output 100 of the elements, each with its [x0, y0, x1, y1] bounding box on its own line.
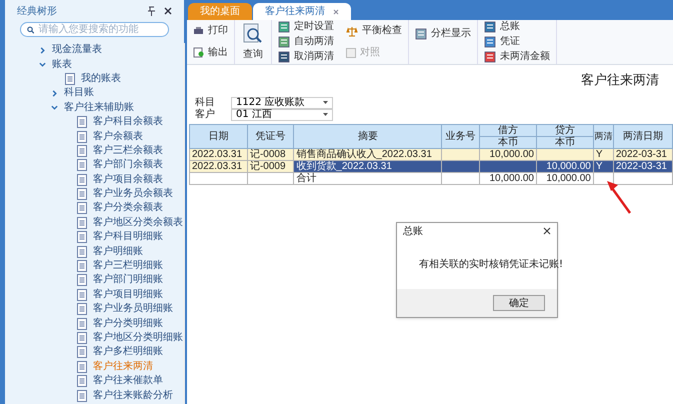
chevron-down-icon[interactable] — [39, 61, 46, 68]
tree-item[interactable]: 客户分类余额表 — [93, 203, 163, 214]
close-icon[interactable] — [543, 227, 551, 235]
column-header: 两清 — [593, 124, 614, 148]
chevron-right-icon[interactable] — [39, 46, 46, 54]
tree-item[interactable]: 客户三栏余额表 — [93, 146, 163, 156]
tree-item[interactable]: 客户多栏明细账 — [93, 347, 163, 358]
table-cell: 销售商品确认收入_2022.03.31 — [294, 148, 442, 160]
column-header: 凭证号 — [247, 124, 294, 148]
table-cell: 2022-03-31 — [613, 160, 672, 172]
tree-item[interactable]: 客户三栏明细账 — [93, 261, 163, 272]
table-cell: 2022-03-31 — [613, 148, 672, 160]
auto-clear-icon — [278, 36, 290, 48]
auto-clear-button[interactable]: 自动两清 — [278, 36, 334, 48]
tree-item[interactable]: 客户项目明细账 — [93, 290, 163, 300]
tree-item[interactable]: 客户往来辅助账 — [64, 102, 134, 113]
tree-item[interactable]: 科目账 — [64, 88, 94, 98]
caret-icon — [323, 113, 328, 116]
filter-dropdown[interactable]: 01 江西 — [231, 108, 333, 120]
document-icon — [65, 72, 75, 85]
column-subheader: 本币 — [480, 136, 536, 148]
tree-item[interactable]: 客户往来催款单 — [93, 376, 163, 386]
tree-item[interactable]: 客户地区分类余额表 — [93, 218, 183, 228]
tree-item[interactable]: 我的账表 — [81, 74, 121, 84]
filter-label: 客户 — [195, 110, 216, 120]
tree-item[interactable]: 现金流量表 — [52, 45, 102, 56]
document-icon — [77, 159, 87, 172]
document-icon — [77, 130, 87, 143]
chevron-right-icon[interactable] — [51, 90, 58, 97]
magnifier-icon — [243, 22, 263, 44]
document-icon — [77, 116, 87, 128]
document-icon — [77, 318, 87, 330]
tree-item[interactable]: 客户项目余额表 — [93, 174, 163, 185]
column-header: 贷方 — [536, 124, 594, 136]
table-cell: 10,000.00 — [536, 172, 594, 184]
tree-item[interactable]: 客户业务员余额表 — [93, 189, 173, 200]
tree-item[interactable]: 客户余额表 — [93, 132, 143, 142]
document-icon — [77, 360, 87, 373]
ok-button[interactable]: 确定 — [493, 295, 545, 311]
chevron-down-icon[interactable] — [51, 104, 58, 112]
column-header: 摘要 — [294, 124, 442, 148]
tree-item[interactable]: 客户部门明细账 — [93, 275, 163, 286]
scale-icon — [346, 26, 358, 37]
dialog-message: 有相关联的实时核销凭证未记账! — [419, 258, 564, 272]
split-view-button[interactable]: 分栏显示 — [415, 28, 471, 40]
tree-item[interactable]: 客户业务员明细账 — [93, 304, 173, 314]
export-button[interactable]: 输出 — [193, 47, 228, 58]
tab-label: 客户往来两清 — [265, 4, 325, 19]
search-icon — [27, 26, 34, 34]
document-icon — [77, 346, 87, 358]
uncleared-amount-button[interactable]: 未两清金额 — [484, 50, 550, 63]
close-icon[interactable] — [164, 7, 172, 15]
print-button[interactable]: 打印 — [193, 26, 228, 36]
tree-item[interactable]: 账表 — [52, 60, 72, 70]
tree-item[interactable]: 客户科目明细账 — [93, 232, 163, 242]
document-icon — [77, 303, 87, 316]
document-icon — [77, 174, 87, 186]
tree-item[interactable]: 客户明细账 — [93, 246, 143, 257]
search-field[interactable]: 请输入您要搜索的功能 — [20, 22, 169, 37]
table-cell: 10,000.00 — [480, 172, 536, 184]
tab[interactable]: 客户往来两清 — [253, 3, 351, 20]
balance-check-button[interactable]: 平衡检查 — [346, 26, 402, 37]
table-cell — [480, 160, 536, 172]
document-icon — [77, 332, 87, 344]
table-cell: 2022.03.31 — [190, 160, 248, 172]
document-icon — [77, 202, 87, 214]
table-cell: 收到货款_2022.03.31 — [294, 160, 442, 172]
document-icon — [77, 288, 87, 301]
printer-icon — [193, 26, 204, 36]
filter-dropdown[interactable]: 1122 应收账款 — [231, 96, 333, 108]
tree-item[interactable]: 客户科目余额表 — [93, 117, 163, 128]
table-cell: 记-0009 — [247, 160, 294, 172]
table-cell: 10,000.00 — [536, 160, 594, 172]
document-icon — [77, 260, 87, 272]
columns-icon — [415, 28, 427, 40]
tree-item[interactable]: 客户分类明细账 — [93, 318, 163, 329]
column-header: 业务号 — [442, 124, 480, 148]
table-cell: 10,000.00 — [480, 148, 536, 160]
table-cell: 合计 — [294, 172, 442, 184]
table-cell: 记-0008 — [247, 148, 294, 160]
ledger-button[interactable]: 总账 — [484, 21, 550, 34]
column-subheader: 本币 — [536, 136, 594, 148]
document-icon — [77, 231, 87, 244]
tree-item[interactable]: 客户往来账龄分析 — [93, 390, 173, 401]
tree-item[interactable]: 客户地区分类明细账 — [93, 333, 183, 343]
cancel-clear-button[interactable]: 取消两清 — [278, 50, 334, 63]
column-header: 两清日期 — [613, 124, 672, 148]
panel-title: 经典树形 — [17, 4, 58, 18]
report-title: 客户往来两清 — [581, 72, 659, 90]
dropdown-value: 1122 应收账款 — [236, 98, 305, 108]
table-cell — [247, 172, 294, 184]
tree-item[interactable]: 客户部门余额表 — [93, 160, 163, 170]
caret-icon — [323, 101, 328, 104]
document-icon — [77, 216, 87, 229]
tab-label: 我的桌面 — [200, 4, 240, 19]
query-button[interactable]: 查询 — [235, 20, 272, 64]
timer-button[interactable]: 定时设置 — [278, 21, 334, 34]
voucher-button[interactable]: 凭证 — [484, 36, 550, 48]
pin-icon[interactable] — [147, 6, 156, 16]
column-header: 借方 — [480, 124, 536, 136]
